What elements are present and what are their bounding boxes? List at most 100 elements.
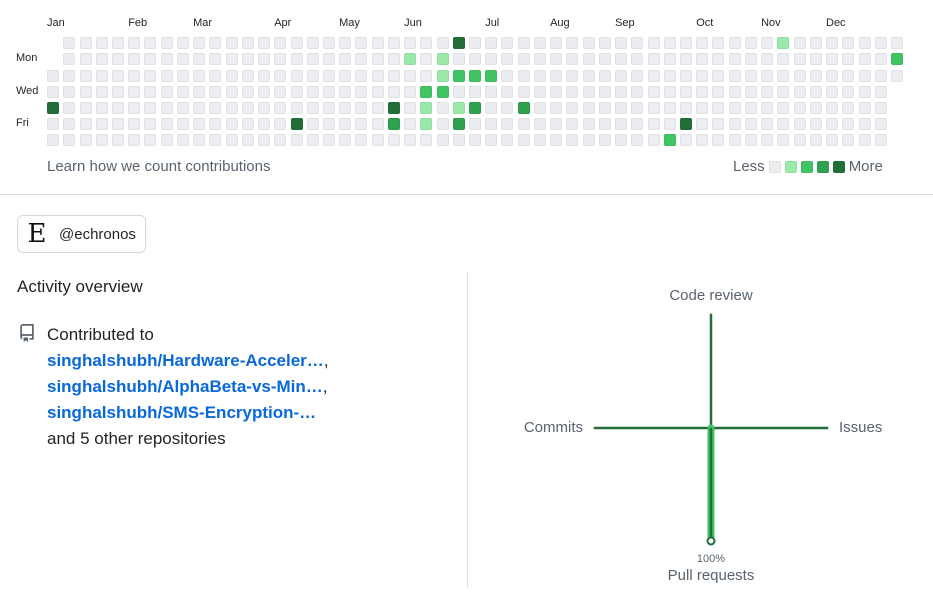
contribution-day-cell[interactable] [290,53,303,66]
contribution-day-cell[interactable] [858,69,871,82]
contribution-day-cell[interactable] [371,37,384,49]
contribution-day-cell[interactable] [144,37,157,49]
contribution-day-cell[interactable] [566,134,579,147]
contribution-day-cell[interactable] [436,69,449,82]
contribution-day-cell[interactable] [258,101,270,114]
contribution-day-cell[interactable] [160,37,173,49]
contribution-day-cell[interactable] [631,53,644,66]
contribution-day-cell[interactable] [225,134,238,147]
contribution-day-cell[interactable] [193,53,206,66]
contribution-day-cell[interactable] [761,101,774,114]
contribution-day-cell[interactable] [566,53,579,66]
contribution-day-cell[interactable] [680,53,692,66]
contribution-day-cell[interactable] [128,85,141,98]
contribution-day-cell[interactable] [355,37,368,49]
contribution-day-cell[interactable] [306,134,319,147]
contribution-day-cell[interactable] [128,37,141,49]
contribution-day-cell[interactable] [598,134,611,147]
contribution-day-cell[interactable] [160,69,173,82]
contribution-day-cell[interactable] [891,69,903,82]
contribution-day-cell[interactable] [647,69,660,82]
contribution-day-cell[interactable] [371,118,384,131]
contribution-day-cell[interactable] [63,101,76,114]
contribution-day-cell[interactable] [144,85,157,98]
contribution-day-cell[interactable] [615,85,628,98]
contribution-day-cell[interactable] [387,69,400,82]
contribution-day-cell[interactable] [160,134,173,147]
contribution-day-cell[interactable] [891,37,903,49]
contribution-day-cell[interactable] [728,69,741,82]
contribution-day-cell[interactable] [485,101,498,114]
contribution-day-cell[interactable] [566,118,579,131]
contribution-day-cell[interactable] [290,118,303,131]
contribution-day-cell[interactable] [176,101,189,114]
contribution-day-cell[interactable] [322,101,335,114]
contribution-day-cell[interactable] [371,101,384,114]
contribution-day-cell[interactable] [566,69,579,82]
contribution-day-cell[interactable] [793,37,806,49]
contribution-day-cell[interactable] [371,53,384,66]
contribution-day-cell[interactable] [744,37,757,49]
contribution-day-cell[interactable] [469,101,481,114]
contribution-day-cell[interactable] [728,118,741,131]
contribution-day-cell[interactable] [387,53,400,66]
contribution-day-cell[interactable] [485,53,498,66]
contribution-day-cell[interactable] [566,101,579,114]
contribution-day-cell[interactable] [712,118,725,131]
contribution-day-cell[interactable] [680,118,692,131]
contribution-day-cell[interactable] [225,85,238,98]
contribution-day-cell[interactable] [533,134,546,147]
contribution-day-cell[interactable] [777,85,790,98]
contribution-day-cell[interactable] [79,37,92,49]
contribution-day-cell[interactable] [79,85,92,98]
contribution-day-cell[interactable] [436,53,449,66]
contribution-day-cell[interactable] [387,134,400,147]
contribution-day-cell[interactable] [355,69,368,82]
contribution-day-cell[interactable] [809,101,822,114]
contribution-day-cell[interactable] [793,53,806,66]
contribution-day-cell[interactable] [176,69,189,82]
contribution-day-cell[interactable] [225,118,238,131]
contribution-day-cell[interactable] [809,69,822,82]
contribution-day-cell[interactable] [550,53,563,66]
contribution-day-cell[interactable] [79,69,92,82]
contribution-day-cell[interactable] [469,118,481,131]
contribution-day-cell[interactable] [566,85,579,98]
contribution-day-cell[interactable] [63,118,76,131]
contribution-day-cell[interactable] [663,118,676,131]
contribution-day-cell[interactable] [128,69,141,82]
contribution-day-cell[interactable] [615,53,628,66]
contribution-day-cell[interactable] [290,69,303,82]
contribution-day-cell[interactable] [160,53,173,66]
contribution-day-cell[interactable] [209,53,222,66]
contribution-day-cell[interactable] [517,118,530,131]
contribution-day-cell[interactable] [728,134,741,147]
contribution-day-cell[interactable] [128,101,141,114]
contribution-day-cell[interactable] [306,53,319,66]
contribution-day-cell[interactable] [744,118,757,131]
contribution-day-cell[interactable] [501,37,514,49]
contribution-day-cell[interactable] [826,69,838,82]
contribution-day-cell[interactable] [533,37,546,49]
contribution-day-cell[interactable] [47,101,59,114]
contribution-day-cell[interactable] [582,101,595,114]
contribution-day-cell[interactable] [144,118,157,131]
contribution-day-cell[interactable] [387,85,400,98]
contribution-day-cell[interactable] [339,118,352,131]
contribution-day-cell[interactable] [485,134,498,147]
contribution-day-cell[interactable] [501,134,514,147]
contribution-day-cell[interactable] [274,134,287,147]
contribution-day-cell[interactable] [696,134,709,147]
org-filter-button[interactable]: E @echronos [17,215,146,253]
contribution-day-cell[interactable] [47,118,59,131]
contribution-day-cell[interactable] [582,118,595,131]
contribution-day-cell[interactable] [241,85,254,98]
contribution-day-cell[interactable] [160,118,173,131]
contribution-day-cell[interactable] [501,53,514,66]
contribution-day-cell[interactable] [322,53,335,66]
contribution-day-cell[interactable] [469,69,481,82]
contribution-day-cell[interactable] [404,69,417,82]
contribution-day-cell[interactable] [63,69,76,82]
contribution-day-cell[interactable] [712,101,725,114]
contribution-day-cell[interactable] [533,53,546,66]
